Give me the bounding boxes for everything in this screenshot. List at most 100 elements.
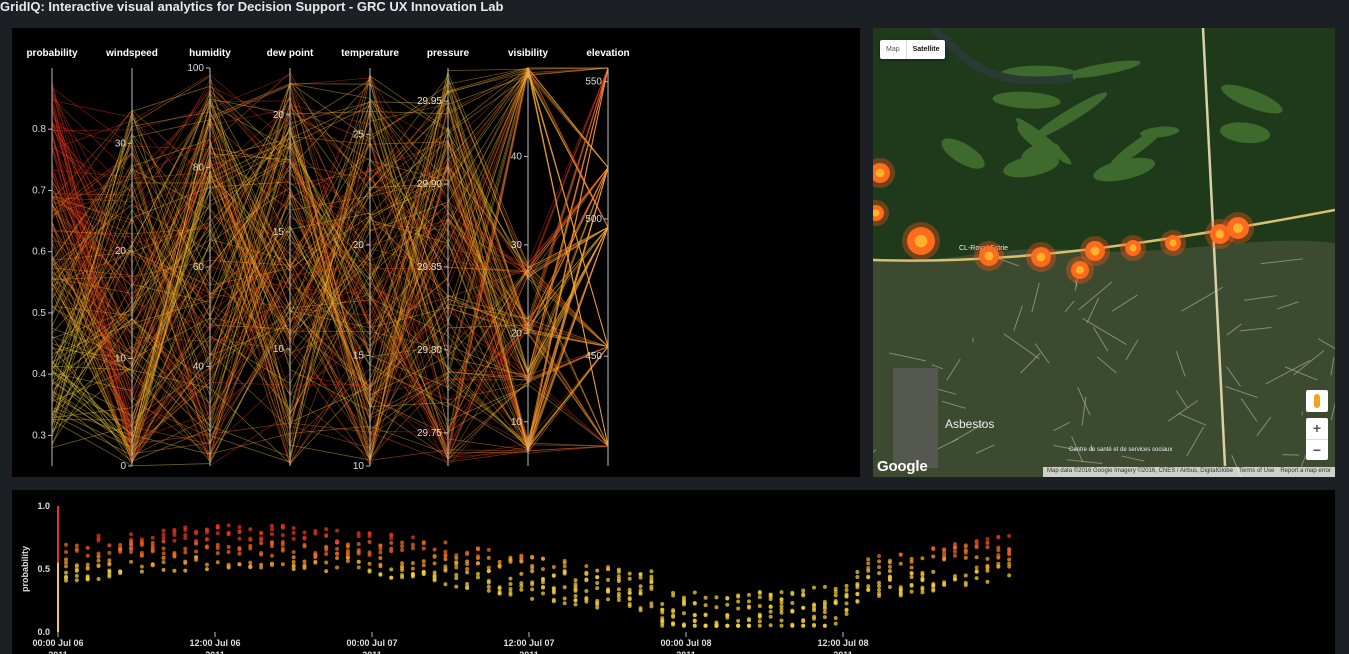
tick-label: 550 [585,77,602,88]
probability-dot [692,601,697,606]
probability-dot [952,545,957,550]
probability-dot [996,535,1001,540]
probability-dot [638,584,643,589]
probability-dot [1007,546,1012,551]
probability-dot [107,550,112,555]
probability-dot [725,602,730,607]
probability-dot [150,549,155,554]
probability-dot [942,557,947,562]
probability-dot [421,563,426,568]
probability-dot [757,614,762,619]
probability-dot [378,556,383,561]
parallel-coordinates-chart[interactable]: probability 0.8 0.7 0.6 0.5 0.4 0.3 windspeed 30… [12,28,860,477]
probability-dot [725,623,730,628]
probability-dot [389,575,394,580]
probability-dot [898,591,903,596]
probability-dot [269,563,274,568]
probability-dot [335,546,340,551]
tick-label: 25 [353,129,365,140]
probability-dot [465,581,470,586]
probability-dot [421,559,426,564]
probability-dot [356,559,361,564]
probability-dot [920,585,925,590]
probability-dot [465,552,470,557]
terms-of-use-link[interactable]: Terms of Use [1239,468,1274,477]
probability-dot [324,527,329,532]
street-view-pegman-icon[interactable] [1306,390,1328,412]
probability-dot [356,551,361,556]
probability-dot [920,570,925,575]
timeseries-panel[interactable]: 1.0 0.5 0.0 probability 00:00 Jul 06 2011 12:0… [12,490,1335,654]
probability-dot [356,531,361,536]
probability-dot [746,592,751,597]
map-type-satellite-button[interactable]: Satellite [905,40,946,59]
probability-dot [475,575,480,580]
data-lines [51,66,609,467]
map-type-toggle[interactable]: Map Satellite [880,40,946,59]
probability-dot [161,567,166,572]
probability-dot [855,575,860,580]
probability-dot [74,547,79,552]
parallel-coordinates-panel[interactable]: probability 0.8 0.7 0.6 0.5 0.4 0.3 windspeed 30… [12,28,860,477]
probability-dot [324,560,329,565]
tick-label: 20 [353,240,365,251]
hotspot-core [1090,246,1100,256]
probability-dot [692,590,697,595]
probability-timeseries-chart[interactable]: 1.0 0.5 0.0 probability 00:00 Jul 06 2011 12:0… [12,490,1335,654]
probability-dot [757,595,762,600]
probability-dot [280,562,285,567]
probability-dot [378,550,383,555]
probability-dot [844,608,849,613]
axis-title: windspeed [105,48,158,59]
probability-dot [421,546,426,551]
hotspot-core [1233,223,1243,233]
probability-dot [833,598,838,603]
probability-dot [345,544,350,549]
probability-dot [627,604,632,609]
tick-label: 10 [353,461,365,472]
app-title: GridIQ: Interactive visual analytics for… [0,0,504,14]
probability-dot [215,524,220,529]
probability-dot [812,608,817,613]
tick-label: 0.3 [32,430,46,441]
probability-dot [996,553,1001,558]
probability-dot [855,599,860,604]
probability-dot [280,533,285,538]
probability-dot [801,623,806,628]
probability-dot [497,559,502,564]
probability-dot [215,531,220,536]
y-axis-label: probability [20,546,30,592]
zoom-in-button[interactable]: + [1306,418,1328,440]
probability-dot [855,591,860,596]
probability-dot [291,526,296,531]
tick-label: 10 [511,417,523,428]
x-tick-year: 2011 [519,650,539,654]
satellite-map[interactable]: AsbestosCL-Royal EstrieCentre de santé e… [873,28,1335,477]
probability-dot [335,538,340,543]
probability-dot [595,605,600,610]
probability-dot [432,547,437,552]
probability-dot [595,575,600,580]
probability-dot [616,591,621,596]
probability-dot [324,552,329,557]
tick-label: 450 [585,351,602,362]
tick-label: 30 [511,240,523,251]
probability-dot [920,576,925,581]
probability-dot [562,558,567,563]
map-panel[interactable]: Asbestos CL-Royal Estrie Centre de santé e… [873,28,1335,477]
zoom-control[interactable]: + − [1306,418,1328,460]
probability-dot [486,547,491,552]
probability-dot [681,611,686,616]
probability-dot [302,559,307,564]
tick-label: 29.80 [417,345,442,356]
probability-dot [161,560,166,565]
probability-dot [183,532,188,537]
probability-dot [584,597,589,602]
probability-dot [497,564,502,569]
report-map-error-link[interactable]: Report a map error [1280,468,1331,477]
probability-dot [649,569,654,574]
zoom-out-button[interactable]: − [1306,440,1328,461]
probability-dot [866,584,871,589]
x-tick-label: 12:00 Jul 06 [189,638,240,648]
map-type-map-button[interactable]: Map [880,40,906,59]
